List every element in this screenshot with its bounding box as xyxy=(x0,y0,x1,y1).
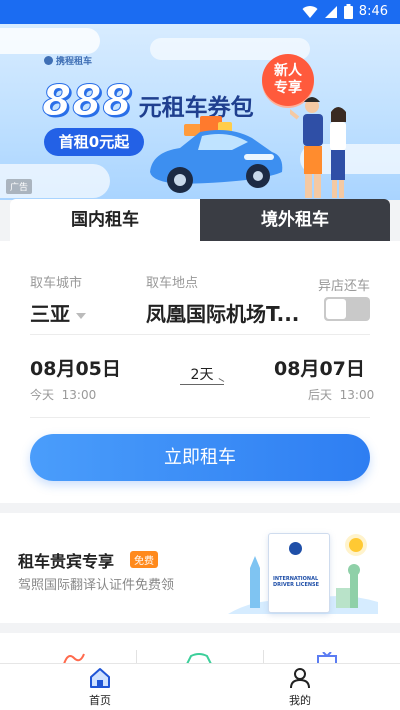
driver-license-card: INTERNATIONAL DRIVER LICENSE xyxy=(268,533,330,613)
user-icon xyxy=(290,668,310,689)
battery-icon xyxy=(343,4,353,19)
sun-icon xyxy=(349,538,363,552)
pickup-day-time: 今天 13:00 xyxy=(30,388,97,402)
travelers-illustration xyxy=(290,97,346,198)
ad-label: 广告 xyxy=(6,179,33,194)
rental-duration: 2天 xyxy=(190,367,214,383)
status-bar: 8:46 xyxy=(0,0,400,24)
license-card-text: INTERNATIONAL DRIVER LICENSE xyxy=(273,576,320,588)
vip-title: 租车贵宾专享 xyxy=(18,552,115,571)
nav-home[interactable]: 首页 xyxy=(60,663,140,710)
home-icon xyxy=(90,668,110,688)
pickup-city-label: 取车城市 xyxy=(30,276,83,291)
divider xyxy=(30,334,370,335)
pickup-date[interactable]: 08月05日 xyxy=(30,354,121,381)
divider xyxy=(263,650,264,663)
tab-domestic[interactable]: 国内租车 xyxy=(10,199,200,241)
brand-name: 携程租车 xyxy=(56,57,93,67)
brand-logo: 携程租车 xyxy=(44,54,92,67)
globe-icon xyxy=(289,542,302,555)
wifi-icon xyxy=(302,5,318,18)
chevron-down-icon xyxy=(76,312,86,319)
toggle-knob xyxy=(326,299,346,319)
car-illustration xyxy=(150,116,283,193)
nav-profile[interactable]: 我的 xyxy=(260,663,340,710)
status-time: 8:46 xyxy=(358,4,388,19)
app-root: 8:46 携程租车 888 元租车券包 首租0元起 新人 专享 广告 国内租车 … xyxy=(0,0,400,710)
return-other-store-toggle[interactable] xyxy=(324,297,370,321)
return-other-store-label: 异店还车 xyxy=(318,279,371,294)
tab-overseas[interactable]: 境外租车 xyxy=(200,199,390,241)
return-day-time: 后天 13:00 xyxy=(308,388,375,402)
pickup-city-selector[interactable]: 三亚 xyxy=(30,298,86,327)
vip-subtitle: 驾照国际翻译认证件免费领 xyxy=(18,578,175,593)
free-badge: 免费 xyxy=(130,551,158,568)
nav-home-label: 首页 xyxy=(89,694,111,707)
pickup-city-value: 三亚 xyxy=(30,302,70,326)
cellular-signal-icon xyxy=(324,5,337,18)
brand-logo-icon xyxy=(44,56,53,65)
promo-banner[interactable]: 携程租车 888 元租车券包 首租0元起 新人 专享 广告 xyxy=(0,24,400,200)
pickup-location-label: 取车地点 xyxy=(146,276,199,291)
arrow-right-icon xyxy=(180,384,224,385)
return-date[interactable]: 08月07日 xyxy=(274,354,365,381)
promo-pill: 首租0元起 xyxy=(44,128,144,156)
rental-type-tabs: 国内租车 境外租车 xyxy=(10,199,390,241)
divider xyxy=(30,417,370,418)
promo-amount: 888 xyxy=(42,76,133,126)
nav-profile-label: 我的 xyxy=(289,694,311,707)
pickup-location-field[interactable]: 凤凰国际机场T... xyxy=(146,298,312,327)
divider xyxy=(136,650,137,663)
rent-now-button[interactable]: 立即租车 xyxy=(30,434,370,481)
status-icons: 8:46 xyxy=(302,4,388,19)
